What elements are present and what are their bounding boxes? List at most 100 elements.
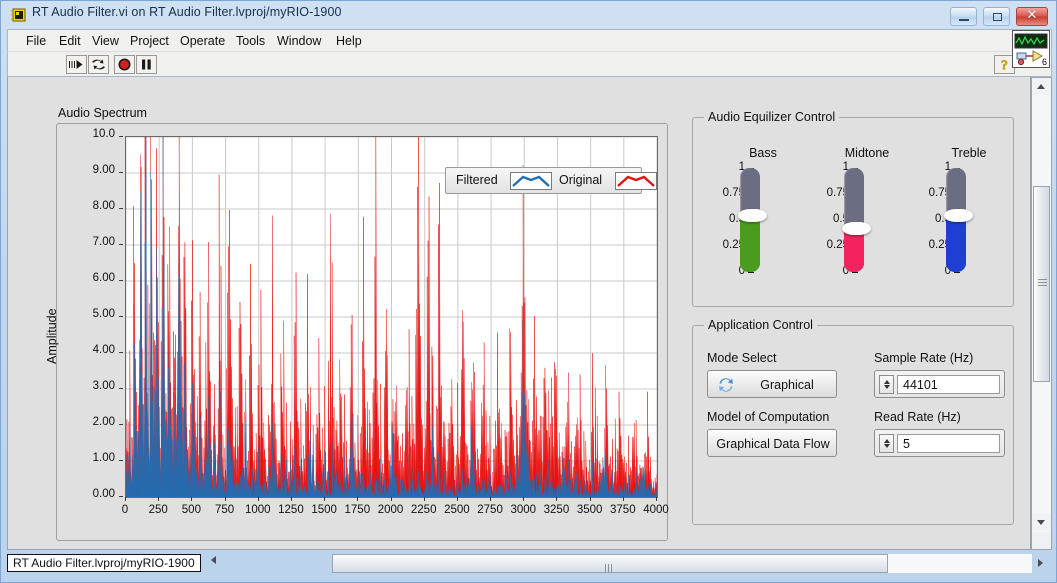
menu-item-view[interactable]: View — [86, 33, 125, 49]
x-tick-mark — [158, 497, 159, 501]
maximize-button[interactable] — [983, 7, 1010, 26]
legend-original-label: Original — [559, 173, 602, 187]
y-tick-label: 3.00 — [71, 380, 115, 392]
x-tick-mark — [225, 497, 226, 501]
vi-icon-pane[interactable]: 6 — [1012, 30, 1050, 68]
scroll-down-button[interactable] — [1032, 514, 1051, 531]
run-continuously-icon — [89, 56, 108, 73]
y-tick-mark — [119, 424, 123, 425]
minimize-button[interactable] — [950, 7, 977, 26]
slider-thumb-treble[interactable] — [944, 209, 973, 222]
slider-major-tick — [954, 272, 960, 273]
plot-legend[interactable]: Filtered Original — [445, 167, 642, 194]
target-status-label: RT Audio Filter.lvproj/myRIO-1900 — [7, 554, 201, 572]
toolbar: ? — [7, 51, 1052, 77]
menu-item-operate[interactable]: Operate — [174, 33, 231, 49]
x-tick-mark — [556, 497, 557, 501]
menu-item-project[interactable]: Project — [124, 33, 175, 49]
slider-fill-treble — [946, 215, 966, 272]
y-tick-mark — [119, 280, 123, 281]
abort-stop-icon — [115, 56, 134, 73]
scroll-left-button[interactable] — [211, 556, 216, 564]
y-tick-label: 1.00 — [71, 452, 115, 464]
menu-item-edit[interactable]: Edit — [53, 33, 87, 49]
x-tick-mark — [656, 497, 657, 501]
sample-rate-spinner[interactable] — [879, 375, 894, 394]
scrollbar-corner — [1032, 532, 1051, 549]
x-tick-mark — [291, 497, 292, 501]
scroll-up-button[interactable] — [1032, 78, 1051, 95]
model-of-computation-button[interactable]: Graphical Data Flow — [707, 429, 837, 457]
y-tick-label: 10.0 — [71, 128, 115, 140]
y-tick-label: 6.00 — [71, 272, 115, 284]
read-rate-field[interactable]: 5 — [897, 434, 1000, 453]
slider-fill-bass — [740, 215, 760, 272]
vertical-scrollbar[interactable] — [1031, 77, 1052, 550]
x-tick-mark — [258, 497, 259, 501]
run-button[interactable] — [66, 55, 87, 74]
y-tick-mark — [119, 316, 123, 317]
abort-execution-button[interactable] — [114, 55, 135, 74]
slider-major-tick — [748, 272, 754, 273]
slider-label-midtone: Midtone — [832, 146, 902, 160]
read-rate-spinner[interactable] — [879, 434, 894, 453]
x-tick-mark — [424, 497, 425, 501]
front-panel: Audio Spectrum Amplitude 0.001.002.003.0… — [7, 77, 1031, 550]
mode-select-label: Mode Select — [707, 351, 776, 365]
legend-original-swatch[interactable] — [615, 172, 657, 190]
y-tick-mark — [119, 136, 123, 137]
status-bar: RT Audio Filter.lvproj/myRIO-1900 — [7, 554, 1052, 576]
application-control-group: Application Control Mode Select Graphica… — [692, 325, 1014, 525]
y-tick-label: 9.00 — [71, 164, 115, 176]
y-tick-label: 8.00 — [71, 200, 115, 212]
scroll-right-button[interactable] — [1038, 559, 1043, 567]
labview-window: RT Audio Filter.vi on RT Audio Filter.lv… — [0, 0, 1057, 583]
read-rate-label: Read Rate (Hz) — [874, 410, 961, 424]
hscrollbar-grip-icon — [605, 560, 614, 569]
sample-rate-field[interactable]: 44101 — [897, 375, 1000, 394]
x-tick-mark — [357, 497, 358, 501]
graph-title: Audio Spectrum — [58, 106, 147, 120]
scrollbar-grip-icon — [1038, 279, 1047, 286]
horizontal-scrollbar-thumb[interactable] — [332, 554, 888, 573]
x-tick-mark — [590, 497, 591, 501]
y-tick-label: 7.00 — [71, 236, 115, 248]
x-tick-mark — [490, 497, 491, 501]
y-tick-mark — [119, 172, 123, 173]
menu-item-file[interactable]: File — [20, 33, 52, 49]
slider-tick-label: 1 — [711, 161, 745, 173]
slider-label-treble: Treble — [934, 146, 1004, 160]
menu-item-tools[interactable]: Tools — [230, 33, 271, 49]
menu-item-window[interactable]: Window — [271, 33, 327, 49]
y-tick-mark — [119, 208, 123, 209]
run-continuously-button[interactable] — [88, 55, 109, 74]
close-button[interactable] — [1016, 7, 1048, 26]
original-waveform-icon — [616, 173, 656, 189]
horizontal-scrollbar[interactable] — [332, 554, 1032, 573]
x-tick-mark — [457, 497, 458, 501]
x-tick-mark — [191, 497, 192, 501]
model-of-computation-label: Model of Computation — [707, 410, 829, 424]
y-tick-label: 4.00 — [71, 344, 115, 356]
filtered-waveform-icon — [511, 173, 551, 189]
mode-select-button[interactable]: Graphical — [707, 370, 837, 398]
sample-rate-control[interactable]: 44101 — [874, 370, 1005, 398]
y-tick-mark — [119, 496, 123, 497]
run-arrow-icon — [67, 56, 86, 73]
sample-rate-label: Sample Rate (Hz) — [874, 351, 973, 365]
slider-tick-label: 1 — [815, 161, 849, 173]
legend-filtered-label: Filtered — [456, 173, 498, 187]
read-rate-control[interactable]: 5 — [874, 429, 1005, 457]
vi-icon-number: 6 — [1042, 57, 1047, 67]
svg-text:?: ? — [1001, 59, 1008, 74]
legend-filtered-swatch[interactable] — [510, 172, 552, 190]
vertical-scrollbar-thumb[interactable] — [1033, 186, 1050, 382]
slider-thumb-midtone[interactable] — [842, 222, 871, 235]
menu-bar: FileEditViewProjectOperateToolsWindowHel… — [7, 29, 1052, 51]
pause-button[interactable] — [136, 55, 157, 74]
slider-thumb-bass[interactable] — [738, 209, 767, 222]
menu-item-help[interactable]: Help — [330, 33, 368, 49]
pause-icon — [137, 56, 156, 73]
slider-midtone[interactable] — [844, 168, 864, 272]
audio-equalizer-group: Audio Equilizer Control Bass10.750.50.25… — [692, 117, 1014, 307]
